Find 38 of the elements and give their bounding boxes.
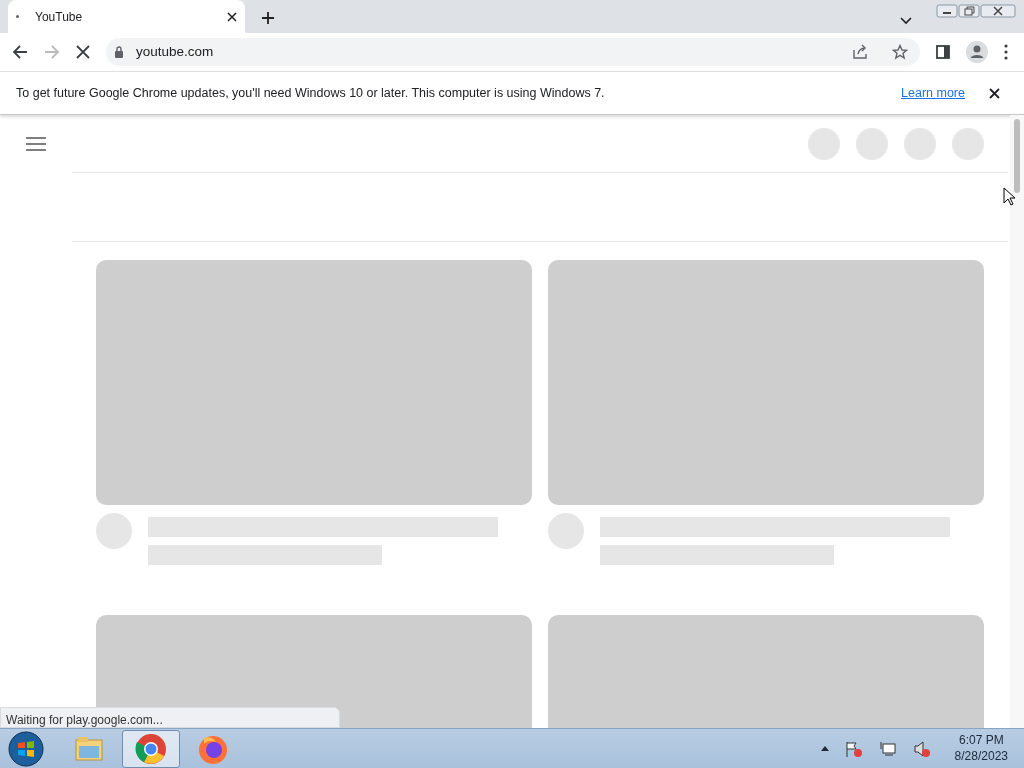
tab-search-caret-icon[interactable] [900, 17, 912, 25]
close-window-button[interactable] [980, 4, 1016, 18]
placeholder-circle [904, 127, 936, 160]
star-icon[interactable] [892, 44, 908, 60]
url-text: youtube.com [136, 42, 215, 61]
placeholder-circle [856, 127, 888, 160]
start-button[interactable] [8, 730, 44, 767]
stop-icon[interactable] [76, 45, 90, 59]
placeholder-circle [952, 127, 984, 160]
clock-date: 8/28/2023 [954, 748, 1008, 765]
close-icon[interactable] [227, 11, 237, 22]
tab-title: YouTube [35, 8, 84, 26]
browser-tab[interactable]: YouTube [8, 0, 245, 33]
new-tab-icon[interactable] [261, 11, 275, 25]
loading-spinner-icon [16, 15, 19, 18]
learn-more-link[interactable]: Learn more [901, 83, 965, 103]
cursor-icon [1003, 187, 1015, 206]
restore-button[interactable] [958, 4, 980, 18]
side-panel-icon[interactable] [936, 45, 950, 59]
close-icon[interactable] [989, 87, 1000, 99]
share-icon[interactable] [852, 44, 868, 60]
speaker-muted-icon[interactable] [912, 740, 931, 757]
menu-icon[interactable] [1004, 44, 1008, 60]
show-hidden-icons-icon[interactable] [820, 746, 829, 751]
minimize-button[interactable] [936, 4, 958, 18]
status-bubble: Waiting for play.google.com... [0, 707, 340, 728]
clock-time: 6:07 PM [957, 732, 1005, 749]
network-icon[interactable] [878, 740, 897, 757]
back-icon[interactable] [12, 44, 28, 60]
address-bar[interactable]: youtube.com [106, 38, 920, 66]
profile-icon[interactable] [966, 41, 988, 63]
chrome-icon[interactable] [122, 729, 180, 768]
scrollbar[interactable] [1010, 115, 1024, 728]
flag-icon[interactable] [844, 740, 863, 757]
infobar-message: To get future Google Chrome updates, you'll need Windows 10 or later. This computer is using Windows 7. [16, 84, 606, 102]
lock-icon [114, 46, 124, 58]
placeholder-circle [808, 127, 840, 160]
hamburger-menu-icon[interactable] [26, 136, 46, 151]
